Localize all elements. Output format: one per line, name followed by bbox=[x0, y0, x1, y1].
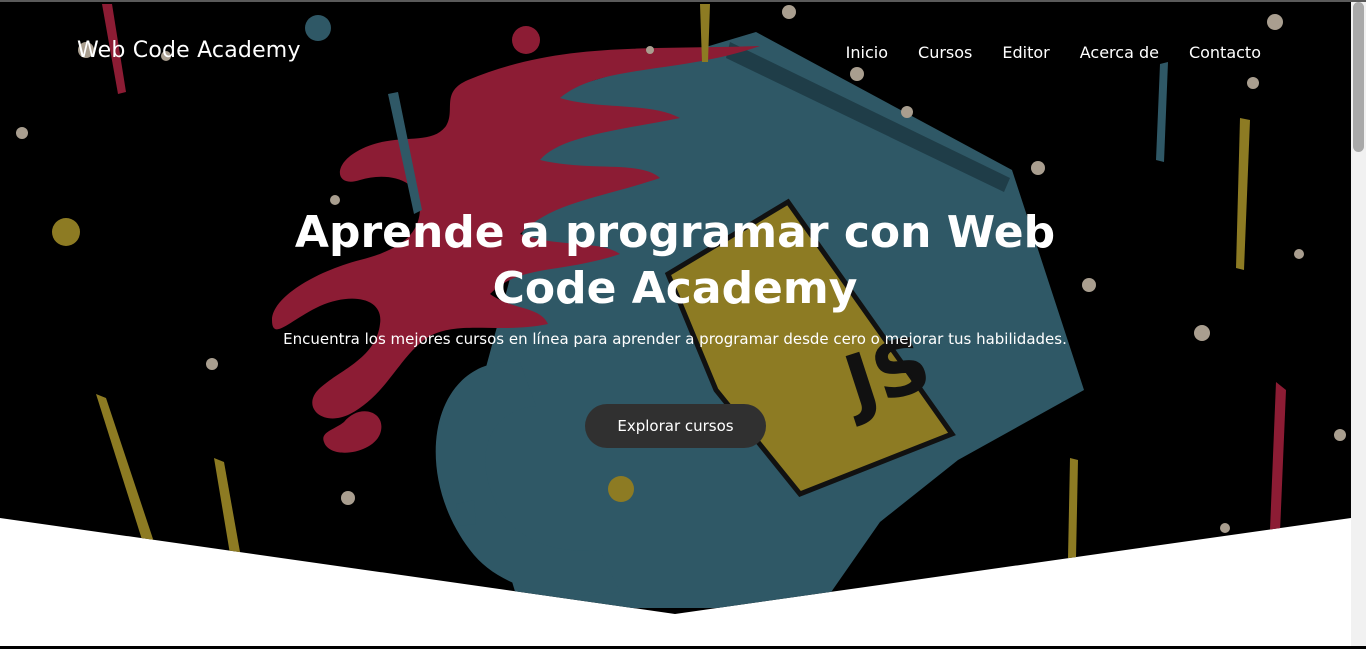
explore-courses-button[interactable]: Explorar cursos bbox=[585, 404, 766, 448]
nav-link-inicio[interactable]: Inicio bbox=[846, 43, 888, 62]
hero-subtitle: Encuentra los mejores cursos en línea pa… bbox=[283, 330, 1067, 348]
nav-link-contacto[interactable]: Contacto bbox=[1189, 43, 1261, 62]
nav-link-cursos[interactable]: Cursos bbox=[918, 43, 972, 62]
window-top-border bbox=[0, 0, 1366, 2]
coffee-drop bbox=[512, 26, 540, 54]
shard bbox=[1156, 62, 1168, 162]
brand-logo-text[interactable]: Web Code Academy bbox=[77, 38, 301, 63]
nav-link-acerca-de[interactable]: Acerca de bbox=[1080, 43, 1159, 62]
shard bbox=[1236, 118, 1250, 270]
nav-link-editor[interactable]: Editor bbox=[1002, 43, 1049, 62]
hero-title: Aprende a programar con Web Code Academy bbox=[294, 207, 1056, 314]
shard bbox=[305, 15, 331, 41]
scrollbar-thumb[interactable] bbox=[1353, 2, 1364, 152]
shard bbox=[52, 218, 80, 246]
coffee-drop bbox=[1270, 382, 1286, 532]
page-scrollbar[interactable] bbox=[1351, 2, 1366, 646]
hero-section: JS Web Code Academy Inicio Cursos Editor… bbox=[0, 2, 1351, 614]
main-nav: Inicio Cursos Editor Acerca de Contacto bbox=[846, 43, 1261, 62]
shard bbox=[1068, 458, 1078, 558]
shard bbox=[96, 394, 154, 546]
shard bbox=[214, 458, 240, 554]
shard bbox=[456, 500, 476, 526]
shard bbox=[608, 476, 634, 502]
